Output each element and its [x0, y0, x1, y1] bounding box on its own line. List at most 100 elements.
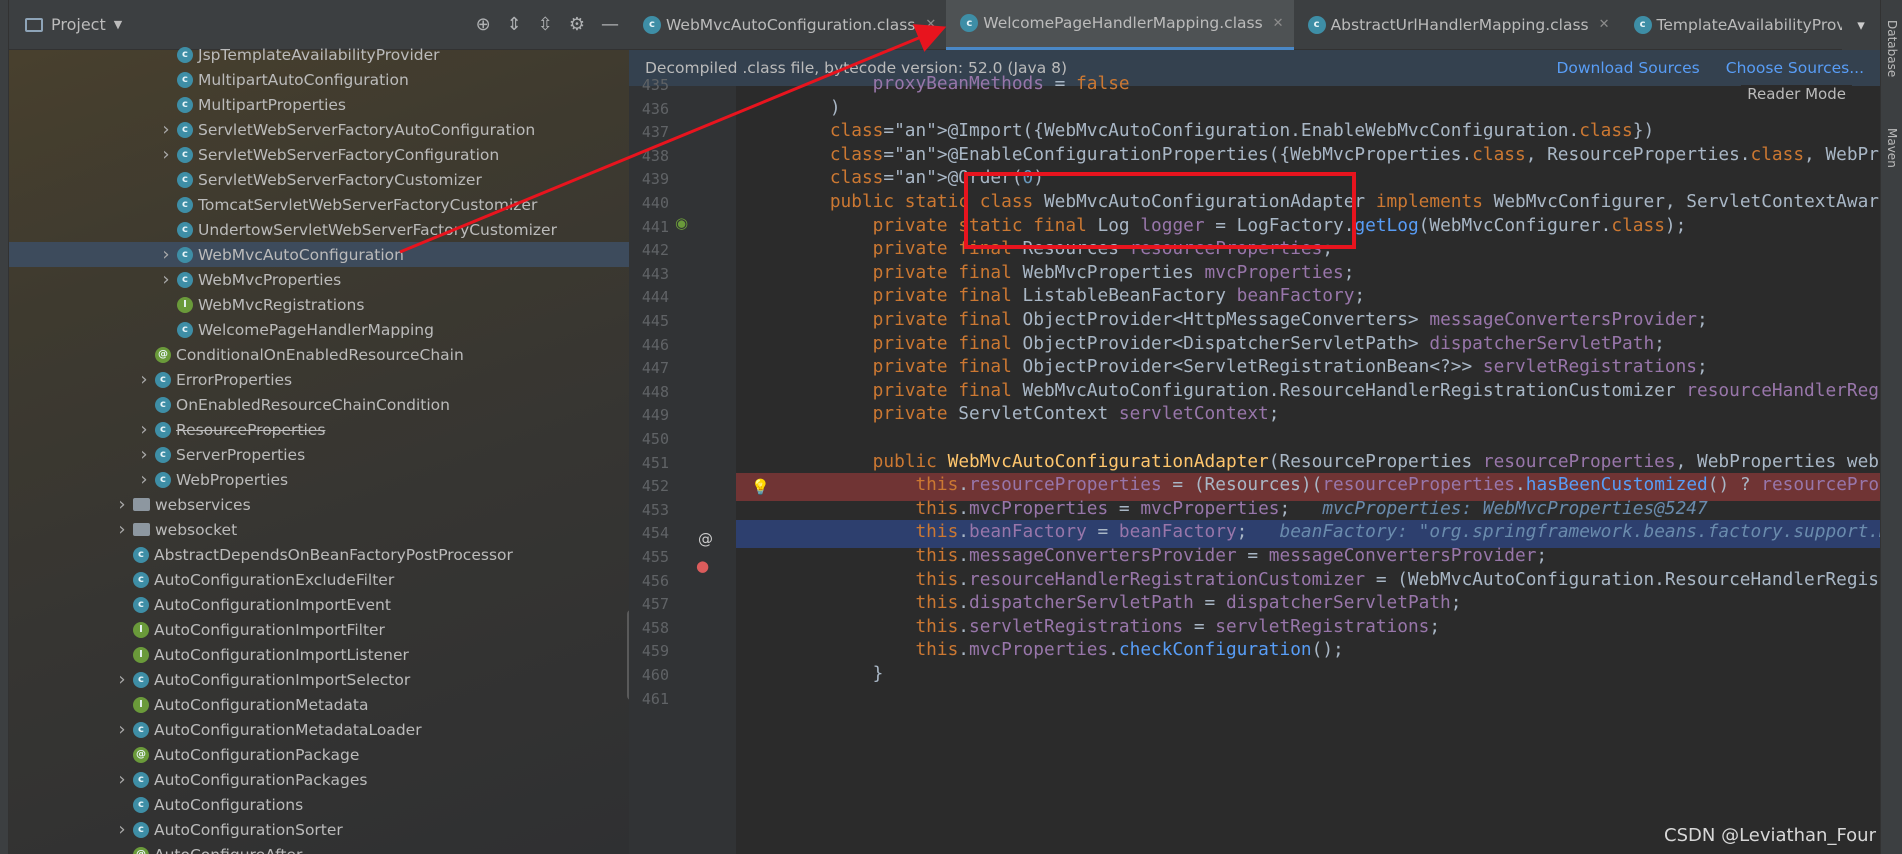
tree-item[interactable]: c TomcatServletWebServerFactoryCustomizer — [9, 192, 629, 217]
tree-item[interactable]: I AutoConfigurationImportFilter — [9, 617, 629, 642]
tree-item[interactable]: › c AutoConfigurationMetadataLoader — [9, 717, 629, 742]
tree-item[interactable]: c MultipartProperties — [9, 92, 629, 117]
code-line[interactable]: private final ObjectProvider<DispatcherS… — [787, 333, 1665, 354]
chevron-right-icon[interactable]: › — [137, 369, 151, 390]
code-line[interactable]: private final ObjectProvider<ServletRegi… — [787, 356, 1708, 377]
code-line[interactable]: class="an">@EnableConfigurationPropertie… — [787, 144, 1880, 165]
tree-item[interactable]: › c AutoConfigurationImportSelector — [9, 667, 629, 692]
tree-item[interactable]: c WelcomePageHandlerMapping — [9, 317, 629, 342]
code-line[interactable]: public WebMvcAutoConfigurationAdapter(Re… — [787, 451, 1880, 472]
tree-item[interactable]: › c AutoConfigurationPackages — [9, 767, 629, 792]
locate-icon[interactable]: ⊕ — [476, 14, 491, 35]
code-line[interactable]: this.resourceProperties = (Resources)(re… — [787, 474, 1880, 495]
code-line[interactable]: } — [787, 663, 884, 684]
choose-sources-link[interactable]: Choose Sources... — [1726, 59, 1864, 77]
bulb-icon[interactable]: 💡 — [751, 478, 770, 496]
expand-all-icon[interactable]: ⇕ — [507, 14, 522, 35]
code-line[interactable]: this.beanFactory = beanFactory; beanFact… — [787, 521, 1880, 542]
tree-item[interactable]: c AutoConfigurations — [9, 792, 629, 817]
tree-item[interactable]: › c WebMvcAutoConfiguration — [9, 242, 629, 267]
gear-icon[interactable]: ⚙ — [569, 14, 585, 35]
tree-item[interactable]: c MultipartAutoConfiguration — [9, 67, 629, 92]
maven-tool-button[interactable]: Maven — [1885, 128, 1899, 168]
chevron-right-icon[interactable]: › — [115, 769, 129, 790]
editor-gutter[interactable]: 435 436 437 438 439 440 441 442 443 444 445 446 447 4… — [629, 76, 736, 854]
chevron-right-icon[interactable]: › — [137, 419, 151, 440]
tree-item[interactable]: › c WebMvcProperties — [9, 267, 629, 292]
right-tool-strip: Database Maven — [1880, 0, 1902, 854]
tree-item[interactable]: › c ServletWebServerFactoryConfiguration — [9, 142, 629, 167]
interface-icon: I — [177, 296, 193, 313]
tree-item[interactable]: c UndertowServletWebServerFactoryCustomiz… — [9, 217, 629, 242]
implemented-icon[interactable]: ◉ — [675, 214, 688, 232]
reader-mode-button[interactable]: Reader Mode — [1741, 85, 1852, 103]
database-tool-button[interactable]: Database — [1885, 20, 1899, 77]
tree-item[interactable]: c AbstractDependsOnBeanFactoryPostProcess… — [9, 542, 629, 567]
tree-item[interactable]: › c ErrorProperties — [9, 367, 629, 392]
folder-icon — [133, 498, 150, 511]
tab-abstracturlhandlermapping[interactable]: c AbstractUrlHandlerMapping.class ✕ — [1294, 0, 1620, 50]
tree-item[interactable]: c AutoConfigurationImportEvent — [9, 592, 629, 617]
tree-item[interactable]: c JspTemplateAvailabilityProvider — [9, 42, 629, 67]
tree-item[interactable]: › c ServerProperties — [9, 442, 629, 467]
chevron-right-icon[interactable]: › — [115, 719, 129, 740]
tab-list-chevron-down-icon[interactable]: ▾ — [1842, 0, 1880, 50]
tree-item[interactable]: › webservices — [9, 492, 629, 517]
tree-item[interactable]: › c ServletWebServerFactoryAutoConfigurati… — [9, 117, 629, 142]
close-icon[interactable]: ✕ — [925, 17, 936, 32]
code-line[interactable]: private final WebMvcProperties mvcProper… — [787, 262, 1355, 283]
tree-item[interactable]: I AutoConfigurationImportListener — [9, 642, 629, 667]
tree-item-label: ResourceProperties — [176, 420, 326, 439]
code-line[interactable]: private final WebMvcAutoConfiguration.Re… — [787, 380, 1880, 401]
code-line[interactable]: class="an">@Import({WebMvcAutoConfigurat… — [787, 120, 1654, 141]
chevron-right-icon[interactable]: › — [159, 144, 173, 165]
download-sources-link[interactable]: Download Sources — [1556, 59, 1699, 77]
chevron-right-icon[interactable]: › — [115, 819, 129, 840]
breakpoint-icon[interactable]: ● — [696, 557, 709, 575]
code-line[interactable]: this.resourceHandlerRegistrationCustomiz… — [787, 569, 1880, 590]
tab-templateavailabilityproviders[interactable]: c TemplateAvailabilityProviders.cl — [1620, 0, 1880, 50]
tree-item[interactable]: › c ResourceProperties — [9, 417, 629, 442]
close-icon[interactable]: ✕ — [1273, 16, 1284, 31]
code-line[interactable]: this.mvcProperties = mvcProperties; mvcP… — [787, 498, 1707, 519]
chevron-right-icon[interactable]: › — [115, 494, 129, 515]
tree-item[interactable]: @ AutoConfigurationPackage — [9, 742, 629, 767]
project-view-selector[interactable]: Project ▼ — [25, 15, 122, 34]
tab-welcomepagehandlermapping[interactable]: c WelcomePageHandlerMapping.class ✕ — [946, 0, 1294, 50]
code-line[interactable]: this.servletRegistrations = servletRegis… — [787, 616, 1440, 637]
line-number: 444 — [641, 288, 669, 307]
chevron-right-icon[interactable]: › — [159, 244, 173, 265]
tree-item[interactable]: I AutoConfigurationMetadata — [9, 692, 629, 717]
tree-item[interactable]: › websocket — [9, 517, 629, 542]
chevron-right-icon[interactable]: › — [137, 469, 151, 490]
code-line[interactable]: this.messageConvertersProvider = message… — [787, 545, 1547, 566]
tree-item[interactable]: c OnEnabledResourceChainCondition — [9, 392, 629, 417]
chevron-right-icon[interactable]: › — [137, 444, 151, 465]
tree-item[interactable]: c ServletWebServerFactoryCustomizer — [9, 167, 629, 192]
tree-item[interactable]: @ AutoConfigureAfter — [9, 842, 629, 854]
chevron-right-icon[interactable]: › — [159, 119, 173, 140]
tree-item-label: TomcatServletWebServerFactoryCustomizer — [198, 195, 538, 214]
tree-item-label: AutoConfigurationImportFilter — [154, 620, 385, 639]
hide-icon[interactable]: — — [601, 14, 619, 35]
code-line[interactable]: this.mvcProperties.checkConfiguration(); — [787, 639, 1343, 660]
override-icon[interactable]: @ — [698, 530, 713, 548]
close-icon[interactable]: ✕ — [1599, 17, 1610, 32]
code-line[interactable]: private final ObjectProvider<HttpMessage… — [787, 309, 1708, 330]
tree-item[interactable]: @ ConditionalOnEnabledResourceChain — [9, 342, 629, 367]
chevron-right-icon[interactable]: › — [115, 669, 129, 690]
code-line[interactable]: proxyBeanMethods = false — [787, 73, 1130, 94]
code-line[interactable]: private ServletContext servletContext; — [787, 403, 1280, 424]
code-line[interactable]: this.dispatcherServletPath = dispatcherS… — [787, 592, 1461, 613]
tree-item[interactable]: › c WebProperties — [9, 467, 629, 492]
class-icon: c — [155, 421, 171, 438]
collapse-all-icon[interactable]: ⇳ — [538, 14, 553, 35]
tree-item[interactable]: c AutoConfigurationExcludeFilter — [9, 567, 629, 592]
code-line[interactable]: private final ListableBeanFactory beanFa… — [787, 285, 1365, 306]
code-line[interactable]: ) — [787, 97, 841, 118]
tab-webmvcautoconfiguration[interactable]: c WebMvcAutoConfiguration.class ✕ — [629, 0, 946, 50]
tree-item[interactable]: I WebMvcRegistrations — [9, 292, 629, 317]
chevron-right-icon[interactable]: › — [159, 269, 173, 290]
tree-item[interactable]: › c AutoConfigurationSorter — [9, 817, 629, 842]
chevron-right-icon[interactable]: › — [115, 519, 129, 540]
